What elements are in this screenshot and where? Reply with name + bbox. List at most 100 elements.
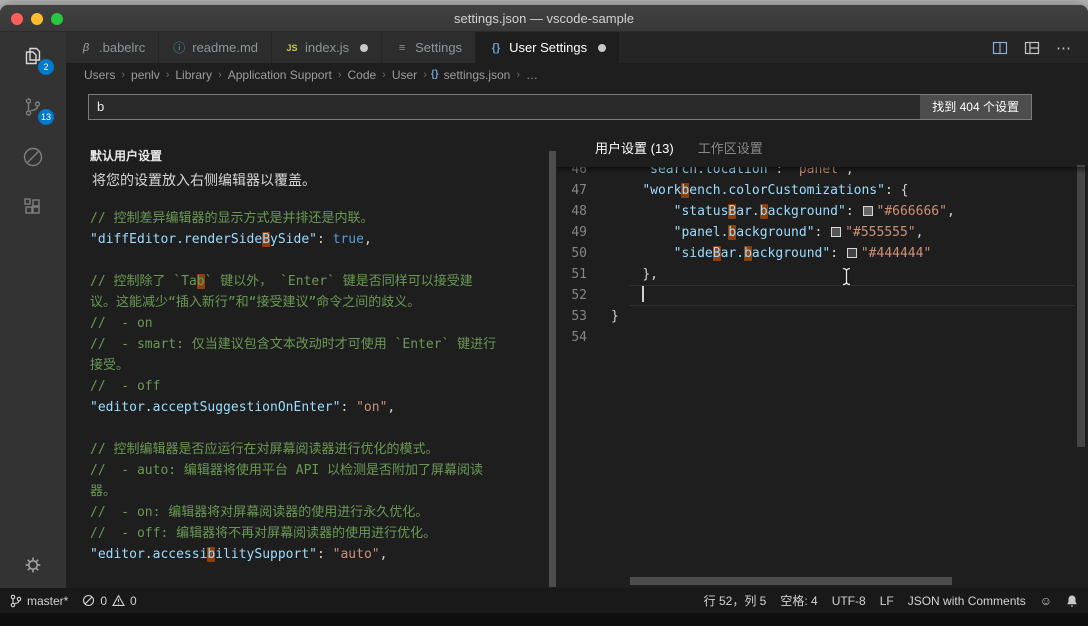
code-line[interactable] [90,250,551,271]
settings-gear-button[interactable] [0,554,66,576]
title-bar: settings.json — vscode-sample [0,5,1088,32]
default-settings-pane: 默认用户设置 将您的设置放入右侧编辑器以覆盖。 // 控制差异编辑器的显示方式是… [66,127,557,588]
code-line[interactable] [90,418,551,439]
editor-layout-icon[interactable] [1024,40,1040,56]
breadcrumb-item[interactable]: penlv [129,68,162,82]
code-line[interactable]: "diffEditor.renderSideBySide": true, [90,229,551,250]
code-line[interactable]: // 控制除了 `Tab` 键以外， `Enter` 键是否同样可以接受建 [90,271,551,292]
code-line[interactable]: 接受。 [90,355,551,376]
gear-icon [22,554,44,576]
settings-search-input[interactable] [88,94,1032,120]
tab-settings[interactable]: ≡ Settings [382,32,476,63]
settings-search-box: 找到 404 个设置 [88,94,1032,120]
breadcrumb-item[interactable]: Code [345,68,378,82]
line-number: 52 [557,285,611,306]
line-number: 48 [557,201,611,222]
modified-dot-icon [598,44,606,52]
activity-debug[interactable] [0,132,66,182]
code-line[interactable]: // - on: 编辑器将对屏幕阅读器的使用进行永久优化。 [90,502,551,523]
line-number: 53 [557,306,611,327]
color-swatch[interactable] [863,206,873,216]
default-settings-code[interactable]: // 控制差异编辑器的显示方式是并排还是内联。"diffEditor.rende… [66,190,557,565]
activity-source-control[interactable]: 13 [0,82,66,132]
tab-readme[interactable]: ⓘ readme.md [159,32,272,63]
code-line[interactable]: // - off: 编辑器将不再对屏幕阅读器的使用进行优化。 [90,523,551,544]
code-line[interactable]: 53} [557,306,1088,327]
right-vertical-scrollbar[interactable] [1077,165,1085,447]
encoding[interactable]: UTF-8 [832,594,866,608]
scm-badge: 13 [38,109,54,125]
breadcrumb-item[interactable]: User [390,68,419,82]
code-line[interactable]: 54 [557,327,1088,348]
code-line[interactable]: // 控制差异编辑器的显示方式是并排还是内联。 [90,208,551,229]
tab-label: index.js [305,40,349,55]
cursor-position[interactable]: 行 52，列 5 [704,592,767,609]
breadcrumb-item-more[interactable]: … [524,68,540,82]
code-line[interactable]: // - auto: 编辑器将使用平台 API 以检测是否附加了屏幕阅读 [90,460,551,481]
tab-label: Settings [415,40,462,55]
problems-status[interactable]: 0 0 [82,594,136,608]
user-settings-code[interactable]: 46 "search.location": "panel",47 "workbe… [557,167,1088,348]
feedback-smiley-icon[interactable]: ☺ [1040,594,1052,608]
info-icon: ⓘ [172,39,186,56]
minimize-button[interactable] [31,13,43,25]
extensions-icon [21,195,45,219]
more-actions-icon[interactable]: ⋯ [1056,39,1072,57]
git-branch-status[interactable]: master* [10,594,68,608]
eol-sequence[interactable]: LF [880,594,894,608]
code-line[interactable]: 议。这能减少“插入新行”和“接受建议”命令之间的歧义。 [90,292,551,313]
tab-user-settings[interactable]: {} User Settings [476,32,620,63]
code-line[interactable]: 器。 [90,481,551,502]
tab-babelrc[interactable]: β .babelrc [66,32,159,63]
code-line[interactable]: // - off [90,376,551,397]
close-button[interactable] [11,13,23,25]
code-line[interactable]: // 控制编辑器是否应运行在对屏幕阅读器进行优化的模式。 [90,439,551,460]
code-line[interactable]: 52 [557,285,1088,306]
notifications-bell-icon[interactable] [1066,594,1078,608]
activity-explorer[interactable]: 2 [0,32,66,82]
code-line[interactable]: 46 "search.location": "panel", [557,167,1088,180]
language-mode[interactable]: JSON with Comments [908,594,1026,608]
tab-label: User Settings [509,40,587,55]
tab-indexjs[interactable]: JS index.js [272,32,382,63]
warning-icon [112,594,125,607]
settings-search-row: 找到 404 个设置 [66,86,1088,127]
split-editor-icon[interactable] [992,40,1008,56]
line-number: 51 [557,264,611,285]
breadcrumb-item[interactable]: Application Support [226,68,334,82]
chevron-right-icon: › [419,69,431,81]
breadcrumb-item[interactable]: Users [82,68,117,82]
right-horizontal-scrollbar[interactable] [630,577,952,585]
branch-label: master* [27,594,68,608]
tab-user-scope[interactable]: 用户设置 (13) [595,138,674,157]
breadcrumb-item-file[interactable]: settings.json [442,68,513,82]
code-line[interactable]: 48 "statusBar.background": "#666666", [557,201,1088,222]
code-line[interactable]: 47 "workbench.colorCustomizations": { [557,180,1088,201]
window-bottom-edge [0,613,1088,626]
code-line[interactable]: 49 "panel.background": "#555555", [557,222,1088,243]
breadcrumb: Users › penlv › Library › Application Su… [66,63,1088,86]
code-line[interactable]: "editor.accessibilitySupport": "auto", [90,544,551,565]
error-icon [82,594,95,607]
search-result-count: 找到 404 个设置 [920,95,1031,119]
code-line[interactable]: "editor.acceptSuggestionOnEnter": "on", [90,397,551,418]
tab-workspace-scope[interactable]: 工作区设置 [698,138,763,157]
line-number: 50 [557,243,611,264]
activity-extensions[interactable] [0,182,66,232]
color-swatch[interactable] [847,248,857,258]
indentation[interactable]: 空格: 4 [780,592,817,609]
code-line[interactable]: // - smart: 仅当建议包含文本改动时才可使用 `Enter` 键进行 [90,334,551,355]
code-line[interactable]: 50 "sideBar.background": "#444444" [557,243,1088,264]
left-vertical-scrollbar[interactable] [549,151,556,587]
zoom-button[interactable] [51,13,63,25]
code-line[interactable]: 51 }, [557,264,1088,285]
modified-dot-icon [360,44,368,52]
color-swatch[interactable] [831,227,841,237]
breadcrumb-item[interactable]: Library [173,68,214,82]
js-icon: JS [285,43,299,53]
user-settings-editor[interactable]: 46 "search.location": "panel",47 "workbe… [557,167,1088,588]
status-right: 行 52，列 5 空格: 4 UTF-8 LF JSON with Commen… [704,592,1078,609]
line-number: 47 [557,180,611,201]
code-line[interactable]: // - on [90,313,551,334]
chevron-right-icon: › [214,69,226,81]
